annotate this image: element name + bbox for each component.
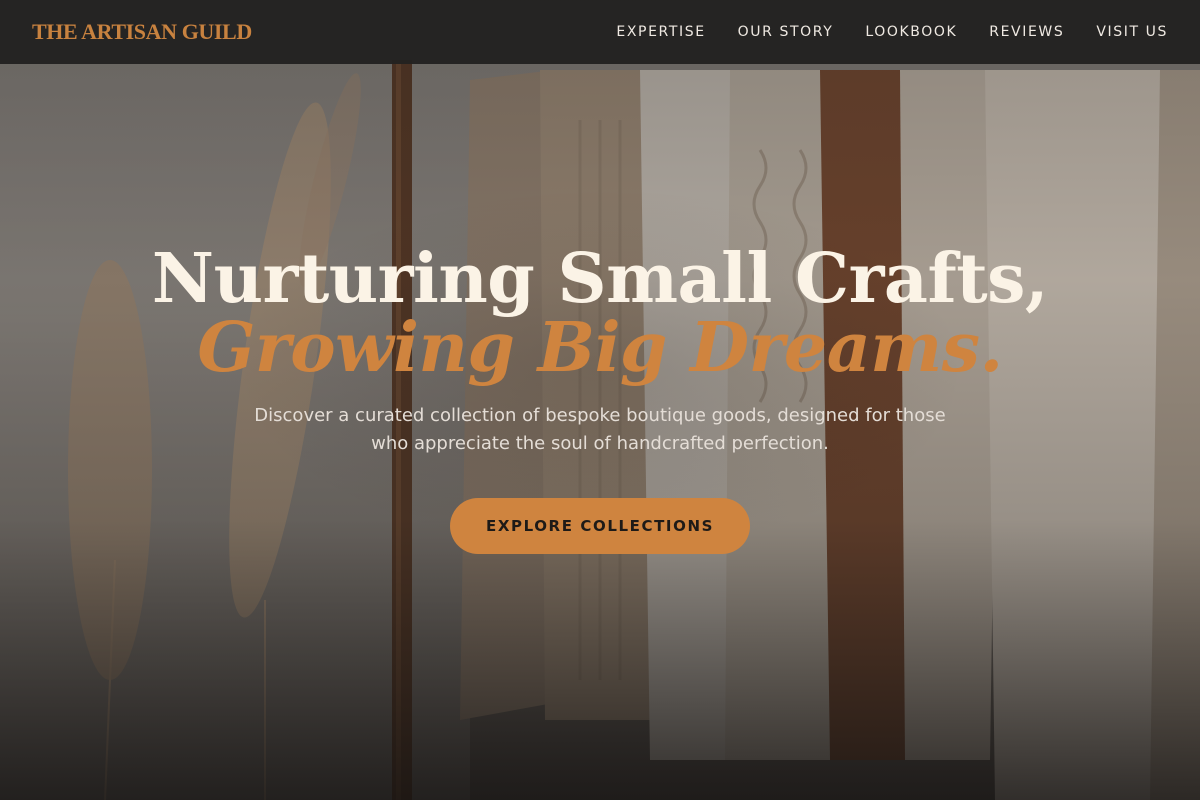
- nav-item-lookbook[interactable]: LOOKBOOK: [865, 24, 957, 40]
- explore-collections-button[interactable]: EXPLORE COLLECTIONS: [450, 498, 750, 554]
- main-nav: EXPERTISE OUR STORY LOOKBOOK REVIEWS VIS…: [584, 24, 1168, 40]
- hero-headline-line-2: Growing Big Dreams.: [197, 308, 1003, 388]
- hero-subtitle: Discover a curated collection of bespoke…: [254, 405, 946, 454]
- hero-section: Nurturing Small Crafts, Growing Big Drea…: [0, 236, 1200, 554]
- nav-item-visit-us[interactable]: VISIT US: [1096, 24, 1168, 40]
- site-navbar: THE ARTISAN GUILD EXPERTISE OUR STORY LO…: [0, 0, 1200, 64]
- hero-headline: Nurturing Small Crafts, Growing Big Drea…: [0, 236, 1200, 384]
- site-logo[interactable]: THE ARTISAN GUILD: [32, 19, 252, 45]
- nav-item-expertise[interactable]: EXPERTISE: [616, 24, 705, 40]
- nav-item-our-story[interactable]: OUR STORY: [738, 24, 834, 40]
- nav-item-reviews[interactable]: REVIEWS: [989, 24, 1064, 40]
